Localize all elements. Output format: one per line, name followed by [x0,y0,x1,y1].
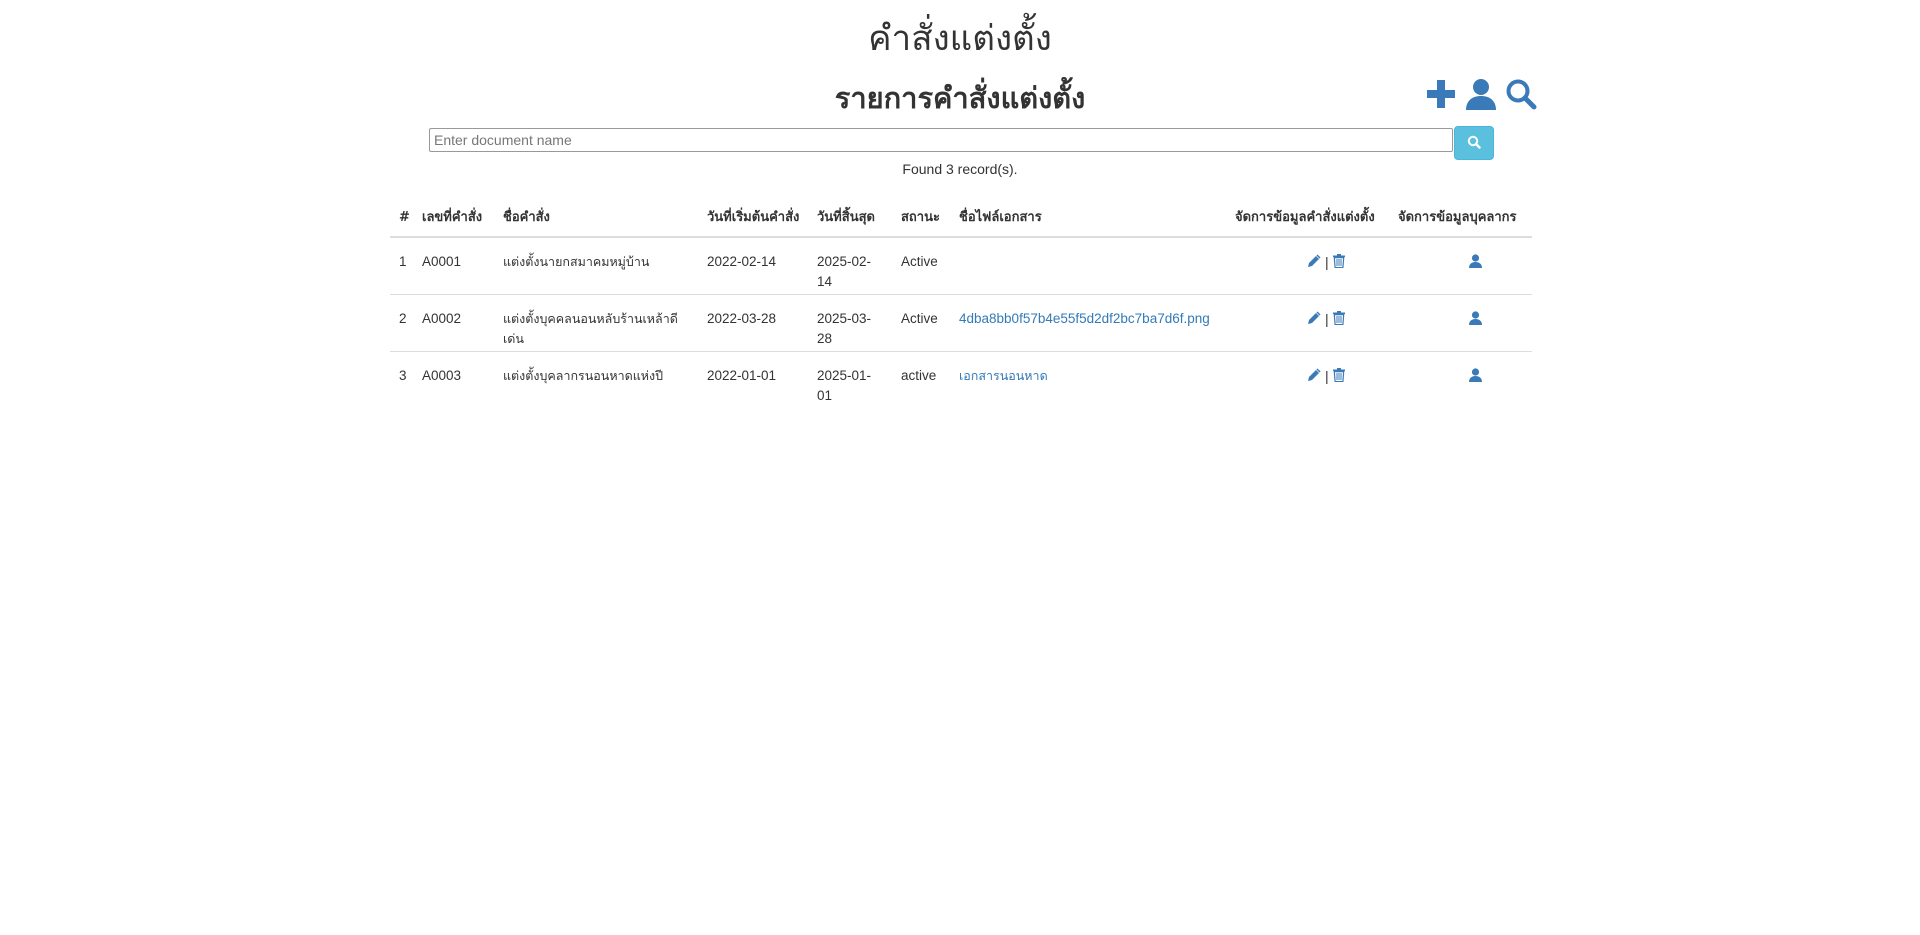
row-file-link[interactable]: เอกสารนอนหาด [959,366,1048,386]
delete-button[interactable] [1332,253,1345,272]
header-end-date: วันที่สิ้นสุด [817,210,875,225]
pencil-icon [1307,367,1321,386]
document-search-input[interactable] [429,128,1453,152]
page: คำสั่งแต่งตั้ง รายการคำสั่งแต่งตั้ง Foun… [0,0,1920,935]
row-order-no: A0002 [422,311,462,326]
row-index: 3 [399,368,407,383]
user-icon [1469,253,1482,272]
trash-icon [1332,367,1345,386]
header-order-no: เลขที่คำสั่ง [422,210,483,225]
search-bar [429,126,1494,160]
row-order-name: แต่งตั้งนายกสมาคมหมู่บ้าน [503,254,650,269]
add-order-button[interactable] [1425,79,1457,113]
user-icon [1469,310,1482,329]
orders-table: # เลขที่คำสั่ง ชื่อคำสั่ง วันที่เริ่มต้น… [390,183,1532,408]
row-start-date: 2022-02-14 [707,254,777,269]
row-order-name: แต่งตั้งบุคลากรนอนหาดแห่งปี [503,368,664,383]
manage-personnel-button[interactable] [1469,252,1482,272]
row-index: 2 [399,311,407,326]
search-icon [1467,134,1481,153]
row-file-link[interactable]: 4dba8bb0f57b4e55f5d2df2bc7ba7d6f.png [959,309,1210,329]
delete-button[interactable] [1332,310,1345,329]
action-separator: | [1325,254,1329,270]
header-start-date: วันที่เริ่มต้นคำสั่ง [707,210,800,225]
trash-icon [1332,253,1345,272]
table-row: 3 A0003 แต่งตั้งบุคลากรนอนหาดแห่งปี 2022… [390,352,1532,408]
action-separator: | [1325,311,1329,327]
row-end-date: 2025-01-01 [817,368,872,403]
header-status: สถานะ [901,210,940,225]
row-index: 1 [399,254,407,269]
pencil-icon [1307,310,1321,329]
edit-button[interactable] [1307,253,1321,272]
edit-button[interactable] [1307,367,1321,386]
personnel-button[interactable] [1465,79,1497,113]
header-manage-order: จัดการข้อมูลคำสั่งแต่งตั้ง [1235,210,1375,225]
edit-button[interactable] [1307,310,1321,329]
result-count: Found 3 record(s). [902,161,1018,177]
row-order-name: แต่งตั้งบุคคลนอนหลับร้านเหล้าดีเด่น [503,311,678,346]
header-manage-personnel: จัดการข้อมูลบุคลากร [1398,210,1517,225]
header-order-name: ชื่อคำสั่ง [503,210,550,225]
row-status: Active [901,311,938,326]
row-status: active [901,368,937,383]
row-actions: | [1307,309,1345,329]
search-icon [1505,78,1537,114]
toolbar [1425,78,1537,114]
header-file-name: ชื่อไฟล์เอกสาร [959,210,1042,225]
row-status: Active [901,254,938,269]
row-actions: | [1307,366,1345,386]
row-start-date: 2022-03-28 [707,311,777,326]
row-order-no: A0003 [422,368,462,383]
search-toggle-button[interactable] [1505,79,1537,113]
action-separator: | [1325,368,1329,384]
row-actions: | [1307,252,1345,272]
plus-icon [1426,79,1456,113]
row-end-date: 2025-02-14 [817,254,872,289]
row-end-date: 2025-03-28 [817,311,872,346]
table-row: 1 A0001 แต่งตั้งนายกสมาคมหมู่บ้าน 2022-0… [390,238,1532,295]
table-header: # เลขที่คำสั่ง ชื่อคำสั่ง วันที่เริ่มต้น… [390,183,1532,238]
trash-icon [1332,310,1345,329]
row-start-date: 2022-01-01 [707,368,777,383]
user-icon [1465,78,1497,114]
search-button[interactable] [1454,126,1494,160]
header-index: # [399,210,410,225]
user-icon [1469,367,1482,386]
manage-personnel-button[interactable] [1469,366,1482,386]
row-order-no: A0001 [422,254,462,269]
pencil-icon [1307,253,1321,272]
manage-personnel-button[interactable] [1469,309,1482,329]
table-row: 2 A0002 แต่งตั้งบุคคลนอนหลับร้านเหล้าดีเ… [390,295,1532,352]
page-title: คำสั่งแต่งตั้ง [868,19,1052,59]
delete-button[interactable] [1332,367,1345,386]
page-subtitle: รายการคำสั่งแต่งตั้ง [834,81,1086,115]
